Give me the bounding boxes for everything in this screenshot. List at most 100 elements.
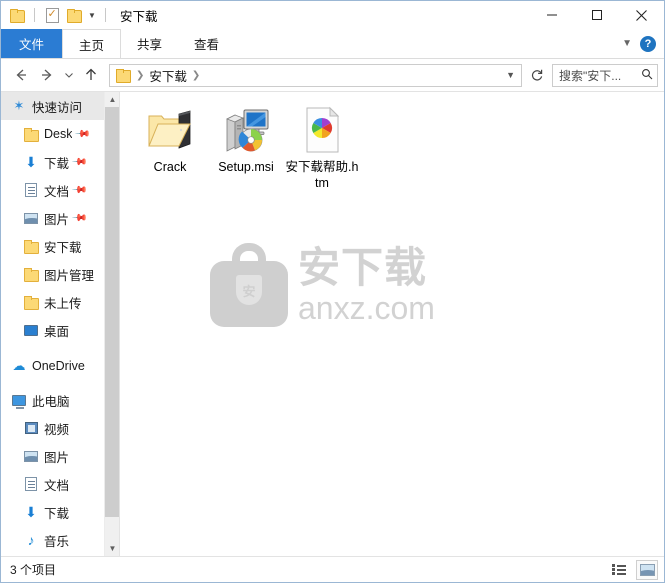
sidebar-item-desktop[interactable]: 桌面 [1, 316, 119, 344]
this-pc-icon [11, 392, 27, 409]
minimize-button[interactable] [529, 1, 574, 29]
sidebar-label-picture-manage: 图片管理 [44, 268, 95, 283]
details-view-button[interactable] [608, 560, 630, 580]
downloads-icon: ⬇ [25, 154, 37, 170]
file-items: Crack Setup.msi 安下载帮助.htm [120, 92, 664, 191]
pin-icon: 📌 [70, 153, 88, 171]
sidebar-scrollbar[interactable]: ▲ ▼ [104, 92, 119, 556]
new-folder-icon [66, 8, 82, 23]
large-icons-view-icon [639, 563, 655, 576]
folder-icon [23, 266, 39, 282]
view-buttons [608, 559, 658, 580]
file-item-crack[interactable]: Crack [132, 102, 208, 191]
tab-share[interactable]: 共享 [121, 29, 178, 58]
downloads-icon: ⬇ [25, 504, 37, 520]
qat-properties-icon[interactable] [42, 5, 62, 25]
star-pin-icon: ✶ [13, 98, 25, 113]
item-count-text: 3 个项目 [10, 563, 57, 577]
file-label-help-htm: 安下载帮助.htm [285, 160, 359, 190]
sidebar-label-documents: 文档 [44, 184, 70, 199]
breadcrumb-separator-2[interactable]: ❯ [191, 70, 201, 81]
sidebar-label-pictures: 图片 [44, 212, 70, 227]
window-title: 安下载 [120, 9, 158, 24]
sidebar-item-downloads[interactable]: ⬇ 下载 📌 [1, 148, 119, 176]
tab-home[interactable]: 主页 [62, 29, 122, 58]
qat-new-folder-icon[interactable] [64, 5, 84, 25]
search-input[interactable]: 搜索"安下... [559, 67, 639, 84]
sidebar-label-this-pc: 此电脑 [32, 394, 70, 409]
pin-icon: 📌 [70, 209, 88, 227]
sidebar-label-anxiazai: 安下载 [44, 240, 82, 255]
file-item-setup-msi[interactable]: Setup.msi [208, 102, 284, 191]
sidebar-item-documents[interactable]: 文档 📌 [1, 176, 119, 204]
sidebar-item-picture-manage[interactable]: 图片管理 [1, 260, 119, 288]
address-bar-row: ❯ 安下载 ❯ ▼ 搜索"安下... [1, 59, 664, 91]
watermark-en: anxz.com [298, 290, 435, 326]
back-button[interactable] [9, 63, 33, 87]
recent-locations-chevron-down-icon[interactable] [61, 63, 77, 87]
qat-separator-2 [105, 8, 106, 22]
file-list-pane[interactable]: Crack Setup.msi 安下载帮助.htm 安 安下载 anxz.com [119, 92, 664, 556]
sidebar-label-downloads: 下载 [44, 156, 70, 171]
sidebar-item-onedrive[interactable]: ☁ OneDrive [1, 352, 119, 380]
sidebar-item-pictures-pc[interactable]: 图片 [1, 442, 119, 470]
address-chevron-down-icon[interactable]: ▼ [506, 70, 517, 80]
documents-icon [23, 182, 39, 198]
explorer-window: ▼ 安下载 文件 主页 共享 查看 ▼ ? [0, 0, 665, 583]
sidebar-item-documents-pc[interactable]: 文档 [1, 470, 119, 498]
help-icon[interactable]: ? [640, 35, 656, 52]
caption-buttons [529, 1, 664, 29]
sidebar-item-anxiazai[interactable]: 安下载 [1, 232, 119, 260]
sidebar-item-videos[interactable]: 视频 [1, 414, 119, 442]
up-button[interactable] [79, 63, 103, 87]
sidebar-item-desk[interactable]: Desk 📌 [1, 120, 119, 148]
tab-view[interactable]: 查看 [178, 29, 235, 58]
forward-button[interactable] [35, 63, 59, 87]
sidebar-label-not-uploaded: 未上传 [44, 296, 82, 311]
properties-icon [45, 7, 59, 23]
breadcrumb-item-0[interactable]: 安下载 [149, 66, 187, 85]
tab-file[interactable]: 文件 [1, 29, 63, 58]
scroll-down-icon[interactable]: ▼ [105, 541, 119, 556]
sidebar-label-desk: Desk [44, 127, 73, 141]
sidebar-item-downloads-pc[interactable]: ⬇ 下载 [1, 498, 119, 526]
breadcrumb-separator-1: ❯ [136, 69, 145, 81]
close-button[interactable] [619, 1, 664, 29]
address-bar[interactable]: ❯ 安下载 ❯ ▼ [109, 63, 522, 87]
search-box[interactable]: 搜索"安下... [552, 63, 658, 87]
sidebar-item-this-pc[interactable]: 此电脑 [1, 386, 119, 414]
refresh-button[interactable] [527, 64, 547, 87]
sidebar-item-desktop-pc[interactable]: 桌面 [1, 554, 119, 556]
details-view-icon [611, 563, 627, 576]
qat-chevron-down-icon[interactable]: ▼ [86, 8, 98, 22]
html-document-icon [298, 106, 346, 154]
watermark-cn: 安下载 [298, 244, 428, 291]
videos-icon [23, 420, 39, 436]
ribbon-right-controls: ▼ ? [622, 29, 664, 58]
scrollbar-thumb[interactable] [105, 107, 119, 517]
watermark-bag-icon: 安 [210, 243, 288, 327]
sidebar-label-music: 音乐 [44, 534, 70, 549]
status-bar: 3 个项目 [1, 556, 664, 582]
sidebar-item-quick-access[interactable]: ✶ 快速访问 [1, 92, 119, 120]
folder-icon [23, 238, 39, 254]
large-icons-view-button[interactable] [636, 559, 658, 580]
title-bar: ▼ 安下载 [1, 1, 664, 29]
qat-folder-icon[interactable] [7, 5, 27, 25]
file-label-setup-msi: Setup.msi [218, 160, 274, 174]
open-folder-icon [146, 106, 194, 154]
pictures-icon [23, 210, 39, 226]
sidebar-item-not-uploaded[interactable]: 未上传 [1, 288, 119, 316]
watermark-text: 安下载 anxz.com [298, 244, 435, 326]
sidebar-label-quick-access: 快速访问 [32, 100, 83, 115]
file-item-help-htm[interactable]: 安下载帮助.htm [284, 102, 360, 191]
scroll-up-icon[interactable]: ▲ [105, 92, 119, 107]
cloud-icon: ☁ [12, 358, 26, 373]
maximize-button[interactable] [574, 1, 619, 29]
sidebar-item-music[interactable]: ♪ 音乐 [1, 526, 119, 554]
site-watermark: 安 安下载 anxz.com [210, 230, 445, 340]
search-icon[interactable] [641, 68, 653, 83]
expand-ribbon-chevron-down-icon[interactable]: ▼ [622, 38, 632, 49]
sidebar-item-pictures[interactable]: 图片 📌 [1, 204, 119, 232]
folder-icon [23, 126, 39, 142]
